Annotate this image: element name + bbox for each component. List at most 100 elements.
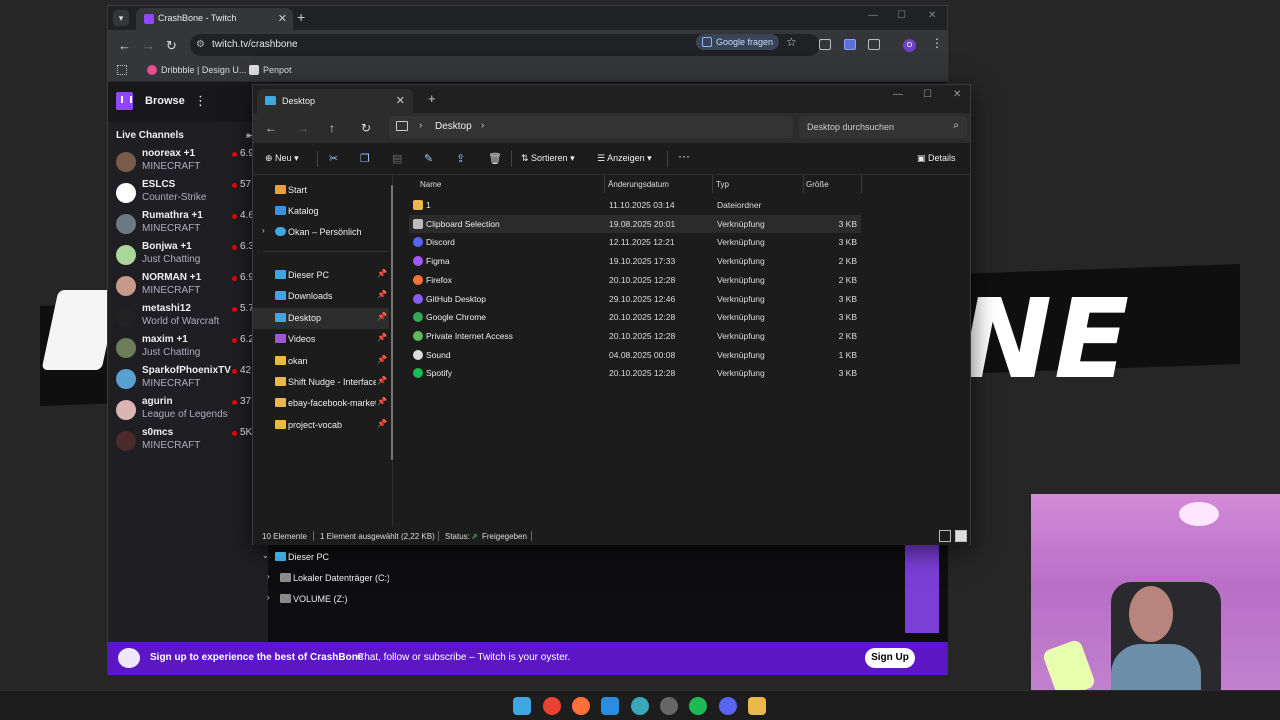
channel-item[interactable]: s0mcs MINECRAFT 5K [108, 427, 268, 458]
bookmark-star-icon[interactable]: ☆ [786, 35, 797, 49]
channel-item[interactable]: maxim +1 Just Chatting 6.2 [108, 334, 268, 365]
chevron-right-icon[interactable]: › [419, 120, 422, 131]
channel-item[interactable]: agurin League of Legends 37 [108, 396, 268, 427]
more-options-icon[interactable]: ··· [678, 149, 690, 163]
google-lens-button[interactable]: Google fragen [696, 34, 780, 50]
channel-item[interactable]: ESLCS Counter-Strike 57 [108, 179, 268, 210]
paste-icon[interactable]: ▤ [392, 152, 402, 165]
view-button[interactable]: ☰ Anzeigen ▾ [597, 153, 652, 164]
more-menu-icon[interactable]: ⋮ [194, 93, 207, 109]
nav-item-pinned[interactable]: Downloads 📌 [253, 286, 389, 307]
file-explorer-icon[interactable] [748, 697, 766, 715]
forward-icon[interactable]: → [297, 121, 309, 135]
share-icon[interactable]: ⇪ [456, 152, 465, 165]
bookmark-dribbble[interactable]: Dribbble | Design U... [147, 65, 246, 75]
chatgpt-icon[interactable] [660, 697, 678, 715]
nav-item-this-pc[interactable]: ⌄ Dieser PC [253, 547, 389, 568]
nav-item-pinned[interactable]: ebay-facebook-market-a 📌 [253, 393, 389, 414]
nav-item-pinned[interactable]: Desktop 📌 [253, 307, 389, 329]
nav-item-onedrive[interactable]: › Okan – Persönlich [253, 222, 389, 243]
start-icon[interactable] [513, 697, 531, 715]
channel-item[interactable]: NORMAN +1 MINECRAFT 6.9 [108, 272, 268, 303]
edge-icon[interactable] [631, 697, 649, 715]
file-row[interactable]: Private Internet Access 20.10.2025 12:28 V… [409, 327, 861, 345]
column-divider[interactable] [604, 175, 605, 193]
cut-icon[interactable]: ✂ [329, 152, 338, 165]
file-row[interactable]: Firefox 20.10.2025 12:28 Verknüpfung 2 KB [409, 271, 861, 289]
details-button[interactable]: ▣ Details [917, 153, 956, 164]
minimize-icon[interactable]: — [893, 89, 903, 100]
nav-item-pinned[interactable]: okan 📌 [253, 351, 389, 372]
pin-icon[interactable]: 📌 [377, 312, 387, 321]
file-row[interactable]: GitHub Desktop 29.10.2025 12:46 Verknüpfun… [409, 290, 861, 308]
search-input[interactable]: Desktop durchsuchen ⌕ [799, 116, 967, 138]
chevron-right-icon[interactable]: › [267, 593, 270, 602]
extensions-puzzle-icon[interactable] [868, 39, 880, 50]
channel-item[interactable]: Rumathra +1 MINECRAFT 4.6 [108, 210, 268, 241]
extension-shield-icon[interactable] [844, 39, 856, 50]
nav-item-katalog[interactable]: Katalog [253, 201, 389, 222]
chevron-down-icon[interactable]: ⌄ [262, 551, 269, 560]
column-header-date[interactable]: Änderungsdatum [608, 180, 669, 189]
close-tab-icon[interactable]: ✕ [396, 94, 405, 107]
forward-icon[interactable]: → [142, 38, 155, 53]
up-icon[interactable]: ↑ [329, 121, 335, 135]
close-window-icon[interactable]: ✕ [953, 89, 961, 100]
nav-item-start[interactable]: Start [253, 180, 389, 201]
pin-icon[interactable]: 📌 [377, 269, 387, 278]
file-row[interactable]: Google Chrome 20.10.2025 12:28 Verknüpfung… [409, 308, 861, 326]
close-tab-icon[interactable]: ✕ [278, 12, 287, 25]
back-icon[interactable]: ← [265, 121, 277, 135]
sign-up-button[interactable]: Sign Up [865, 648, 915, 668]
back-icon[interactable]: ← [118, 38, 131, 53]
reload-icon[interactable]: ↻ [166, 38, 177, 54]
pin-icon[interactable]: 📌 [377, 355, 387, 364]
nav-item-drive-c[interactable]: › Lokaler Datenträger (C:) [253, 568, 389, 589]
column-header-size[interactable]: Größe [806, 180, 829, 189]
path-breadcrumb[interactable]: › Desktop › [389, 116, 793, 138]
pin-icon[interactable]: 📌 [377, 397, 387, 406]
nav-item-pinned[interactable]: Shift Nudge - Interface D📌 [253, 372, 389, 393]
pin-icon[interactable]: 📌 [377, 419, 387, 428]
apps-grid-icon[interactable] [117, 65, 127, 75]
channel-item[interactable]: nooreax +1 MINECRAFT 6.9 [108, 148, 268, 179]
minimize-icon[interactable]: — [868, 10, 878, 21]
browse-link[interactable]: Browse [145, 95, 185, 107]
channel-item[interactable]: Bonjwa +1 Just Chatting 6.3 [108, 241, 268, 272]
explorer-tab-desktop[interactable]: Desktop ✕ [257, 89, 413, 113]
nav-item-pinned[interactable]: Dieser PC 📌 [253, 265, 389, 286]
refresh-icon[interactable]: ↻ [361, 121, 371, 135]
discord-icon[interactable] [719, 697, 737, 715]
tab-search-button[interactable]: ▾ [113, 10, 129, 26]
vscode-icon[interactable] [601, 697, 619, 715]
chevron-right-icon[interactable]: › [267, 572, 270, 581]
firefox-icon[interactable] [572, 697, 590, 715]
breadcrumb-desktop[interactable]: Desktop [435, 121, 472, 132]
sort-button[interactable]: ⇅ Sortieren ▾ [521, 153, 575, 164]
column-divider[interactable] [803, 175, 804, 193]
new-tab-button[interactable]: + [428, 91, 436, 106]
new-button[interactable]: ⊕ Neu ▾ [265, 153, 299, 164]
nav-scrollbar[interactable] [391, 185, 393, 460]
file-row[interactable]: Spotify 20.10.2025 12:28 Verknüpfung 3 KB [409, 364, 861, 382]
cast-icon[interactable] [819, 39, 831, 50]
copy-icon[interactable]: ❐ [360, 152, 370, 165]
file-row[interactable]: Sound 04.08.2025 00:08 Verknüpfung 1 KB [409, 346, 861, 364]
twitch-logo-icon[interactable] [116, 92, 133, 110]
file-row[interactable]: 1 11.10.2025 03:14 Dateiordner [409, 196, 861, 214]
file-row[interactable]: Figma 19.10.2025 17:33 Verknüpfung 2 KB [409, 252, 861, 270]
chevron-right-icon[interactable]: › [262, 226, 265, 235]
chevron-right-icon[interactable]: › [481, 120, 484, 131]
column-header-type[interactable]: Typ [716, 180, 729, 189]
tiles-view-icon[interactable] [955, 530, 967, 542]
column-divider[interactable] [861, 175, 862, 193]
file-row[interactable]: Clipboard Selection 19.08.2025 20:01 Verkn… [409, 214, 861, 233]
chrome-tab-twitch[interactable]: CrashBone - Twitch ✕ [136, 8, 293, 30]
nav-item-pinned[interactable]: Videos 📌 [253, 329, 389, 350]
new-tab-button[interactable]: + [297, 9, 305, 25]
nav-item-pinned[interactable]: project-vocab 📌 [253, 415, 389, 436]
pin-icon[interactable]: 📌 [377, 376, 387, 385]
file-row[interactable]: Discord 12.11.2025 12:21 Verknüpfung 3 KB [409, 233, 861, 251]
chrome-menu-icon[interactable]: ⋮ [931, 36, 943, 50]
close-window-icon[interactable]: ✕ [928, 10, 936, 21]
